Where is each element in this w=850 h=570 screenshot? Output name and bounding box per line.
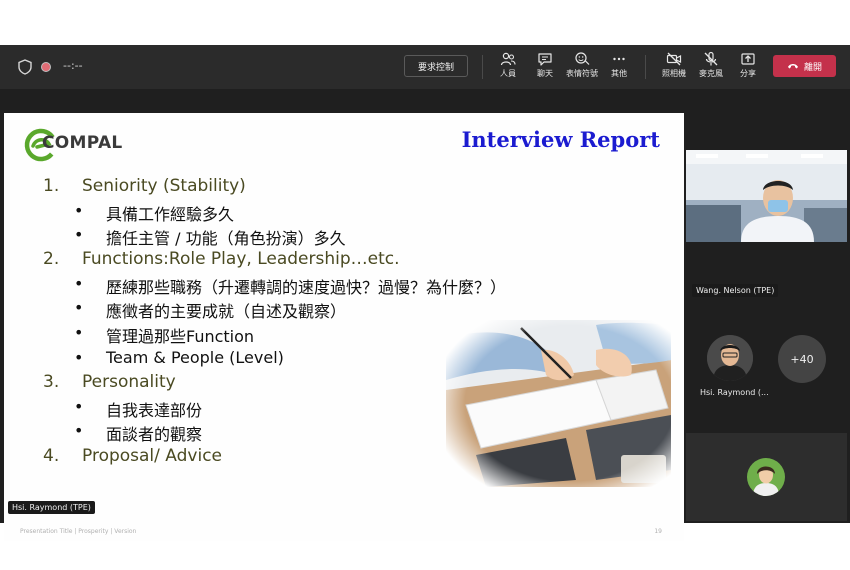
presenter-name-tag: Hsi. Raymond (TPE) (8, 501, 95, 514)
people-label: 人員 (500, 69, 516, 78)
toolbar-divider (645, 55, 646, 79)
camera-off-icon (666, 52, 682, 66)
slide-footer: Presentation Title | Prosperity | Versio… (20, 528, 137, 535)
bullet-text: 管理過那些Function (106, 327, 255, 346)
writing-photo (446, 320, 671, 487)
bullet-text: 應徵者的主要成就（自述及觀察） (106, 302, 347, 321)
list-heading: Seniority (Stability) (82, 176, 246, 196)
bullet-text: Team & People (Level) (106, 348, 284, 367)
participant-avatar-name: Hsi. Raymond (... (700, 388, 769, 397)
participant-video (686, 150, 847, 242)
list-heading: Functions:Role Play, Leadership…etc. (82, 249, 400, 269)
participant-photo (707, 335, 753, 381)
hang-up-icon (787, 64, 798, 69)
participant-name-tag: Wang. Nelson (TPE) (692, 284, 779, 297)
mic-label: 麥克風 (699, 69, 723, 78)
bullet-text: 面談者的觀察 (106, 425, 203, 444)
meeting-timer: --:-- (63, 59, 83, 72)
list-number: 4. (43, 446, 60, 466)
chat-button[interactable]: 聊天 (525, 51, 565, 85)
bullet-text: 自我表達部份 (106, 401, 203, 420)
chat-icon (538, 53, 552, 66)
list-number: 1. (43, 176, 60, 196)
logo-text: COMPAL (42, 133, 123, 153)
list-number: 3. (43, 372, 60, 392)
bullet-text: 歷練那些職務（升遷轉調的速度過快？過慢？為什麼？） (106, 278, 507, 297)
shield-icon[interactable] (17, 59, 33, 75)
camera-label: 照相機 (662, 69, 686, 78)
reactions-button[interactable]: 表情符號 (562, 51, 602, 85)
share-label: 分享 (740, 69, 756, 78)
list-number: 2. (43, 249, 60, 269)
share-button[interactable]: 分享 (728, 51, 768, 85)
more-label: 其他 (611, 69, 627, 78)
people-icon (500, 52, 516, 66)
participant-photo (747, 458, 785, 496)
request-control-button[interactable]: 要求控制 (404, 55, 468, 77)
list-heading: Personality (82, 372, 176, 392)
people-button[interactable]: 人員 (488, 51, 528, 85)
mic-off-icon (704, 51, 718, 66)
share-icon (741, 53, 755, 65)
more-participants-button[interactable]: +40 (778, 335, 826, 383)
shared-slide: COMPAL Interview Report 1. Seniority (St… (4, 113, 684, 541)
leave-button[interactable]: 離開 (773, 55, 836, 77)
meeting-toolbar: --:-- 要求控制 人員 聊天 表情符號 其他 照相機 麥克風 分享 離開 (0, 45, 850, 89)
participant-tile[interactable] (686, 433, 847, 521)
participant-avatar[interactable] (707, 335, 753, 381)
mic-button[interactable]: 麥克風 (691, 51, 731, 85)
bullet-text: 具備工作經驗多久 (106, 205, 235, 224)
participant-video-tile[interactable] (686, 150, 847, 242)
bullet-text: 擔任主管 / 功能（角色扮演）多久 (106, 229, 346, 248)
chat-label: 聊天 (537, 69, 553, 78)
meeting-window: --:-- 要求控制 人員 聊天 表情符號 其他 照相機 麥克風 分享 離開 C… (0, 45, 850, 541)
toolbar-divider (482, 55, 483, 79)
reactions-label: 表情符號 (566, 69, 598, 78)
slide-page-number: 19 (654, 528, 662, 535)
list-heading: Proposal/ Advice (82, 446, 223, 466)
camera-button[interactable]: 照相機 (654, 51, 694, 85)
more-button[interactable]: 其他 (599, 51, 639, 85)
recording-icon (41, 62, 51, 72)
participant-avatar (747, 458, 785, 496)
reactions-icon (575, 52, 590, 65)
slide-title: Interview Report (461, 127, 660, 152)
more-icon (613, 57, 625, 61)
leave-label: 離開 (803, 62, 822, 73)
